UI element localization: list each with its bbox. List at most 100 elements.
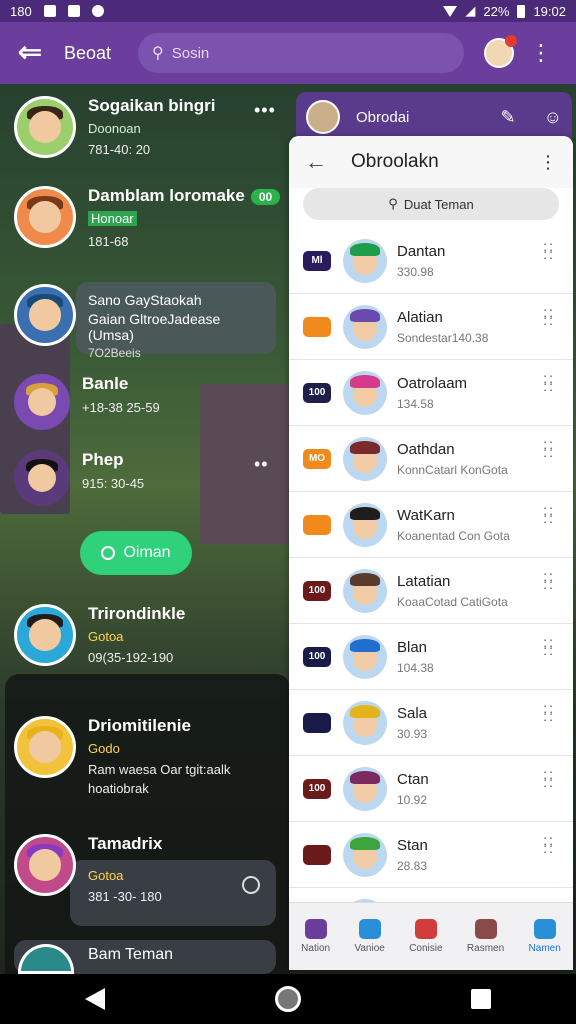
- tab-icon: [474, 919, 497, 939]
- chat-line: hoatiobrak: [88, 781, 149, 796]
- back-arrow-icon[interactable]: ⇐: [10, 33, 50, 73]
- avatar: [343, 238, 387, 283]
- drag-handle-icon[interactable]: ::::: [543, 437, 555, 459]
- contact-sub: KoaaCotad CatiGota: [397, 594, 508, 609]
- chat-item[interactable]: Phep 915: 30-45: [14, 450, 144, 506]
- contact-sub: 30.93: [397, 726, 428, 741]
- drag-handle-icon[interactable]: ::::: [543, 635, 555, 657]
- more-horiz-icon[interactable]: •••: [254, 100, 276, 121]
- drag-handle-icon[interactable]: ::::: [543, 767, 555, 789]
- search-input[interactable]: [171, 44, 432, 62]
- tab-item[interactable]: Namen: [529, 919, 561, 954]
- online-button[interactable]: Oiman: [80, 531, 192, 575]
- nav-back-icon[interactable]: [85, 988, 105, 1010]
- chat-line: Ram waesa Oar tgit:aalk: [88, 762, 231, 777]
- contact-row[interactable]: Sala30.93::::: [289, 690, 573, 756]
- tab-item[interactable]: Vanioe: [354, 919, 385, 954]
- more-horiz-icon[interactable]: ••: [254, 454, 269, 475]
- nav-home-icon[interactable]: [275, 986, 301, 1012]
- contact-row[interactable]: Alatian Sondestar140.38::::: [289, 294, 573, 360]
- tab-item[interactable]: Conisie: [409, 919, 443, 954]
- drag-handle-icon[interactable]: ::::: [543, 239, 555, 261]
- chat-name: Phep: [82, 450, 124, 469]
- chat-item[interactable]: Damblam loromake 00 Honoar 181-68: [14, 186, 281, 249]
- add-contact-icon[interactable]: ☺: [544, 107, 562, 128]
- search-icon: ⚲: [152, 45, 164, 62]
- chat-sub: Doonoan: [88, 121, 141, 136]
- search-bar[interactable]: ⚲: [138, 33, 464, 73]
- chat-item[interactable]: Sogaikan bingri Doonoan 781-40: 20: [14, 96, 216, 158]
- battery-percent: 22%: [483, 3, 510, 19]
- avatar: [14, 450, 70, 506]
- bg-house: [200, 384, 290, 544]
- tab-icon: [414, 919, 437, 939]
- refresh-icon[interactable]: [242, 876, 260, 894]
- wifi-icon: [443, 5, 458, 17]
- contact-name: Oatrolaam: [397, 374, 468, 392]
- person-icon: ⚲: [388, 196, 398, 211]
- add-friend-button[interactable]: ⚲ Duat Teman: [303, 188, 559, 220]
- more-vert-icon[interactable]: ⋮: [539, 152, 557, 173]
- contact-badge: 100: [303, 382, 331, 403]
- bubble-line: 7O2Beeis: [88, 346, 141, 360]
- contact-name: Dantan: [397, 242, 446, 260]
- message-bubble[interactable]: Sano GayStaokah Gaian GltroeJadease (Ums…: [76, 282, 276, 360]
- contact-list: Ml Dantan 330.98:::: Alatian Sondestar140.38…: [289, 228, 573, 954]
- contact-name: Blan: [397, 638, 428, 656]
- nav-recents-icon[interactable]: [471, 989, 491, 1009]
- drag-handle-icon[interactable]: ::::: [543, 503, 555, 525]
- back-arrow-icon[interactable]: ←: [305, 149, 327, 175]
- peek-name: Obrodai: [356, 108, 410, 126]
- contact-sub: KonnCatarl KonGota: [397, 462, 508, 477]
- contact-badge: MO: [303, 448, 331, 469]
- contact-row[interactable]: Ml Dantan 330.98::::: [289, 228, 573, 294]
- edit-icon[interactable]: ✎: [501, 107, 516, 128]
- contact-row[interactable]: 100 Oatrolaam 134.58::::: [289, 360, 573, 426]
- drag-handle-icon[interactable]: ::::: [543, 305, 555, 327]
- chat-time: 781-40: 20: [88, 142, 151, 157]
- status-clock: 19:02: [533, 3, 566, 19]
- chat-item[interactable]: Banle +18-38 25-59: [14, 374, 160, 430]
- avatar: [343, 832, 387, 877]
- chat-peek-header[interactable]: Obrodai ✎ ☺: [296, 92, 572, 142]
- contact-badge: [303, 316, 331, 337]
- chat-item[interactable]: Driomitilenie Godo Ram waesa Oar tgit:aa…: [14, 716, 230, 796]
- contact-row[interactable]: MO OathdanKonnCatarl KonGota::::: [289, 426, 573, 492]
- chat-name: Damblam loromake: [88, 186, 245, 205]
- contact-badge: [303, 844, 331, 865]
- drag-handle-icon[interactable]: ::::: [543, 833, 555, 855]
- contact-sub: Sondestar140.38: [397, 330, 489, 345]
- more-vert-icon[interactable]: ⋮: [530, 40, 552, 66]
- drag-handle-icon[interactable]: ::::: [543, 569, 555, 591]
- chat-time: +18-38 25-59: [82, 400, 160, 415]
- contact-row[interactable]: WatKarn Koanentad Con Gota::::: [289, 492, 573, 558]
- drag-handle-icon[interactable]: ::::: [543, 371, 555, 393]
- tab-label: Rasmen: [466, 943, 505, 954]
- contact-row[interactable]: 100 Blan 104.38::::: [289, 624, 573, 690]
- chat-name: Banle: [82, 374, 129, 393]
- profile-avatar[interactable]: [484, 35, 517, 68]
- chat-item[interactable]: Trirondinkle Gotoa 09(35-192-190: [14, 604, 185, 666]
- avatar: [343, 436, 387, 481]
- chat-item[interactable]: Tamadrix Gotoa 381 -30- 180: [14, 834, 162, 904]
- app-bar: ⇐ Beoat ⚲ ⋮: [0, 22, 576, 84]
- contact-name: Sala: [397, 704, 428, 722]
- contact-row[interactable]: Stan 28.83::::: [289, 822, 573, 888]
- contact-badge: 100: [303, 778, 331, 799]
- chat-time: 915: 30-45: [82, 476, 145, 491]
- checkbox-icon: [67, 5, 80, 17]
- notification-dot: [505, 35, 517, 47]
- contact-badge: [303, 514, 331, 535]
- contact-sub: 104.38: [397, 660, 434, 675]
- tab-item[interactable]: Rasmen: [467, 919, 504, 954]
- contact-row[interactable]: 100 Ctan 10.92::::: [289, 756, 573, 822]
- contact-row[interactable]: 100 Latatian KoaaCotad CatiGota::::: [289, 558, 573, 624]
- avatar: [306, 100, 340, 134]
- status-ring-icon: [101, 546, 116, 560]
- status-left-time: 180: [10, 3, 32, 19]
- tab-item[interactable]: Nation: [301, 919, 330, 954]
- chat-name: Bam Teman: [88, 946, 174, 963]
- drag-handle-icon[interactable]: ::::: [543, 701, 555, 723]
- chat-name: Tamadrix: [88, 834, 163, 853]
- contact-name: Oathdan: [397, 440, 455, 458]
